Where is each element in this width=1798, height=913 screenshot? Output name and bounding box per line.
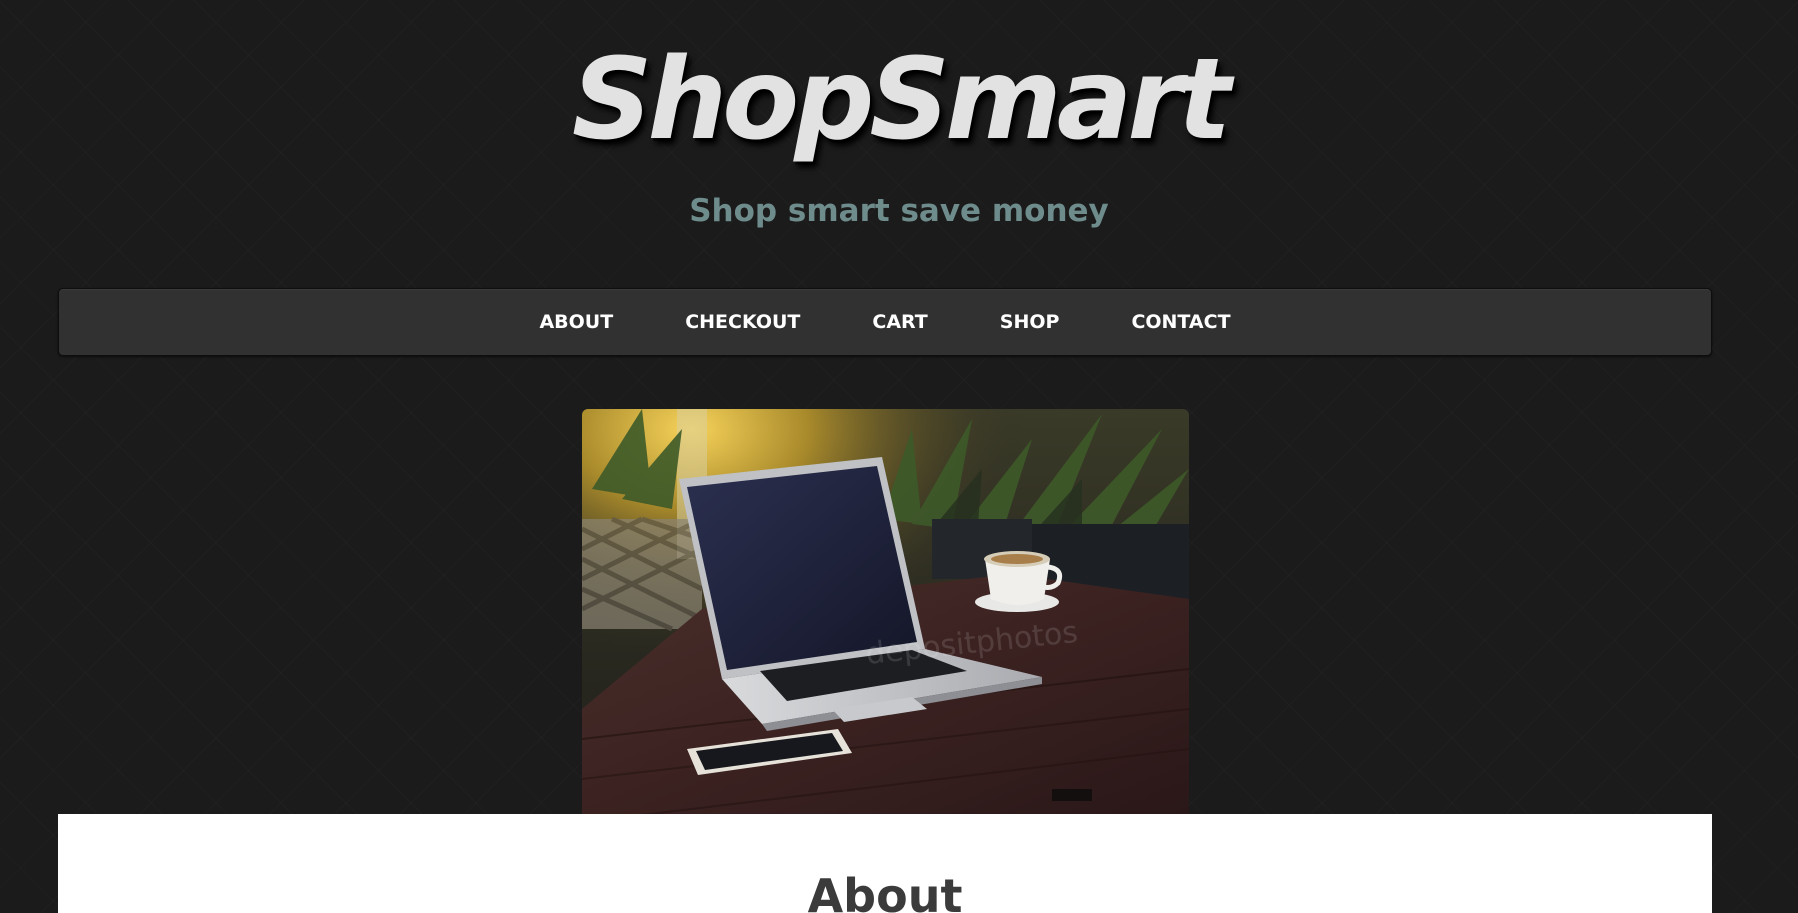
hero-laptop-image: depositphotos bbox=[582, 409, 1189, 815]
content-panel: About bbox=[58, 814, 1712, 913]
site-header: ShopSmart Shop smart save money bbox=[0, 0, 1798, 270]
site-logo[interactable]: ShopSmart bbox=[0, 30, 1798, 170]
section-title-about: About bbox=[807, 869, 963, 913]
main-navbar: ABOUT CHECKOUT CART SHOP CONTACT bbox=[58, 288, 1712, 356]
nav-list: ABOUT CHECKOUT CART SHOP CONTACT bbox=[59, 289, 1711, 355]
nav-link-contact[interactable]: CONTACT bbox=[1095, 311, 1266, 333]
nav-link-cart[interactable]: CART bbox=[836, 311, 963, 333]
nav-link-shop[interactable]: SHOP bbox=[964, 311, 1096, 333]
nav-link-checkout[interactable]: CHECKOUT bbox=[649, 311, 836, 333]
nav-link-about[interactable]: ABOUT bbox=[503, 311, 649, 333]
site-tagline: Shop smart save money bbox=[689, 193, 1109, 229]
